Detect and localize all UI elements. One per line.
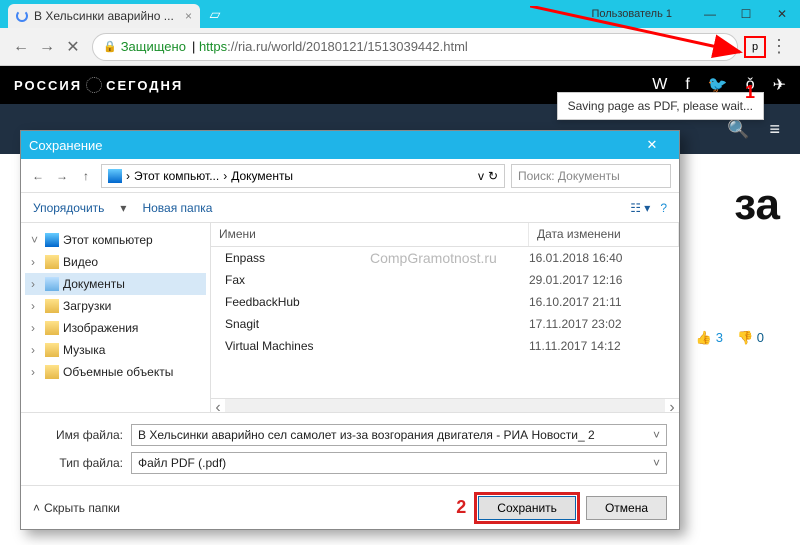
forward-button[interactable]: → [34, 34, 60, 60]
address-bar: ← → ✕ 🔒 Защищено | https ://ria.ru/world… [0, 28, 800, 66]
tree-root[interactable]: ˅Этот компьютер [25, 229, 206, 251]
dialog-body: ˅Этот компьютер ›Видео ›Документы ›Загру… [21, 223, 679, 412]
cancel-button[interactable]: Отмена [586, 496, 667, 520]
pc-icon [108, 169, 122, 183]
file-row[interactable]: Virtual Machines11.11.2017 14:12 [211, 335, 679, 357]
nav-fwd-icon[interactable]: → [53, 169, 71, 183]
nav-up-icon[interactable]: ↑ [77, 169, 95, 183]
save-file-dialog: Сохранение ✕ ← → ↑ › Этот компьют... › Д… [20, 130, 680, 530]
chevron-down-icon[interactable]: ˅ [653, 428, 660, 442]
dialog-fields: Имя файла: В Хельсинки аварийно сел само… [21, 412, 679, 485]
bookmark-star-icon[interactable]: ☆ [715, 39, 727, 55]
tree-item-video[interactable]: ›Видео [25, 251, 206, 273]
refresh-icon[interactable]: ↻ [488, 169, 498, 183]
organize-menu[interactable]: Упорядочить [33, 201, 104, 215]
lock-icon: 🔒 [103, 40, 117, 53]
new-tab-button[interactable]: ▱ [204, 6, 226, 28]
file-row[interactable]: Snagit17.11.2017 23:02 [211, 313, 679, 335]
file-row[interactable]: FeedbackHub16.10.2017 21:11 [211, 291, 679, 313]
hide-folders-toggle[interactable]: ˄Скрыть папки [33, 501, 120, 515]
search-placeholder: Поиск: Документы [518, 169, 620, 183]
dialog-footer: ˄Скрыть папки 2 Сохранить Отмена [21, 485, 679, 529]
back-button[interactable]: ← [8, 34, 34, 60]
tab-title: В Хельсинки аварийно ... [34, 9, 174, 23]
tab-close-icon[interactable]: × [185, 9, 192, 23]
brand-part1: РОССИЯ [14, 78, 82, 93]
dialog-close-button[interactable]: ✕ [633, 131, 671, 159]
tree-item-documents[interactable]: ›Документы [25, 273, 206, 295]
annotation-marker-2: 2 [456, 497, 466, 518]
nav-back-icon[interactable]: ← [29, 169, 47, 183]
hamburger-icon[interactable]: ≡ [769, 119, 780, 140]
file-list: Enpass16.01.2018 16:40 Fax29.01.2017 12:… [211, 247, 679, 398]
reload-button[interactable]: ✕ [60, 34, 86, 60]
omnibox[interactable]: 🔒 Защищено | https ://ria.ru/world/20180… [92, 33, 738, 61]
save-button[interactable]: Сохранить [478, 496, 576, 520]
annotation-marker-1: 1 [745, 82, 755, 103]
file-list-pane: Имени Дата изменени Enpass16.01.2018 16:… [211, 223, 679, 412]
secure-indicator: 🔒 Защищено [103, 39, 186, 54]
file-list-header: Имени Дата изменени [211, 223, 679, 247]
url-scheme: https [199, 39, 227, 54]
chevron-down-icon[interactable]: ˅ [653, 456, 660, 470]
user-profile-label[interactable]: Пользователь 1 [591, 8, 672, 20]
filetype-row: Тип файла: Файл PDF (.pdf)˅ [33, 449, 667, 477]
filetype-label: Тип файла: [33, 456, 123, 470]
help-icon[interactable]: ? [660, 201, 667, 215]
filename-row: Имя файла: В Хельсинки аварийно сел само… [33, 421, 667, 449]
thumbs-up-icon[interactable]: 👍 3 [696, 330, 723, 346]
view-mode-icon[interactable]: ☷ ▾ [630, 201, 650, 215]
breadcrumb-folder[interactable]: Документы [231, 169, 293, 183]
url-rest: ://ria.ru/world/20180121/1513039442.html [227, 39, 468, 54]
chevron-up-icon: ˄ [33, 501, 40, 515]
breadcrumb-pc[interactable]: Этот компьют... [134, 169, 219, 183]
browser-tab[interactable]: В Хельсинки аварийно ... × [8, 4, 200, 28]
browser-menu-icon[interactable]: ⋮ [766, 36, 792, 57]
reactions: 👍 3 👎 0 [696, 330, 764, 346]
tab-row: В Хельсинки аварийно ... × ▱ [0, 0, 226, 28]
dialog-title: Сохранение [29, 138, 103, 153]
secure-label: Защищено [121, 39, 186, 54]
dialog-titlebar[interactable]: Сохранение ✕ [21, 131, 679, 159]
new-folder-button[interactable]: Новая папка [142, 201, 212, 215]
dialog-toolbar: Упорядочить▾ Новая папка ☷ ▾ ? [21, 193, 679, 223]
maximize-button[interactable]: ☐ [728, 0, 764, 28]
globe-icon [86, 77, 102, 93]
extension-tooltip: Saving page as PDF, please wait... [557, 92, 764, 120]
tree-item-downloads[interactable]: ›Загрузки [25, 295, 206, 317]
site-brand[interactable]: РОССИЯ СЕГОДНЯ [14, 77, 183, 93]
tree-item-pictures[interactable]: ›Изображения [25, 317, 206, 339]
horizontal-scrollbar[interactable]: ‹› [211, 398, 679, 412]
file-row[interactable]: Fax29.01.2017 12:16 [211, 269, 679, 291]
tree-item-3d[interactable]: ›Объемные объекты [25, 361, 206, 383]
brand-part2: СЕГОДНЯ [106, 78, 183, 93]
file-row[interactable]: Enpass16.01.2018 16:40 [211, 247, 679, 269]
headline-fragment: за [734, 180, 780, 230]
thumbs-down-icon[interactable]: 👎 0 [737, 330, 764, 346]
close-window-button[interactable]: ✕ [764, 0, 800, 28]
loading-spinner-icon [16, 10, 28, 22]
column-name[interactable]: Имени [211, 223, 529, 246]
filename-input[interactable]: В Хельсинки аварийно сел самолет из-за в… [131, 424, 667, 446]
browser-titlebar: В Хельсинки аварийно ... × ▱ Пользовател… [0, 0, 800, 28]
folder-tree: ˅Этот компьютер ›Видео ›Документы ›Загру… [21, 223, 211, 412]
dialog-nav: ← → ↑ › Этот компьют... › Документы v ↻ … [21, 159, 679, 193]
search-icon[interactable]: 🔍 [727, 119, 749, 140]
omnibox-actions: ☆ [715, 39, 727, 55]
filetype-select[interactable]: Файл PDF (.pdf)˅ [131, 452, 667, 474]
tree-item-music[interactable]: ›Музыка [25, 339, 206, 361]
pdf-extension-icon[interactable]: p [744, 36, 766, 58]
breadcrumb[interactable]: › Этот компьют... › Документы v ↻ [101, 164, 505, 188]
column-date[interactable]: Дата изменени [529, 223, 679, 246]
filename-label: Имя файла: [33, 428, 123, 442]
folder-search-input[interactable]: Поиск: Документы [511, 164, 671, 188]
telegram-icon[interactable]: ✈ [773, 75, 786, 95]
minimize-button[interactable]: — [692, 0, 728, 28]
